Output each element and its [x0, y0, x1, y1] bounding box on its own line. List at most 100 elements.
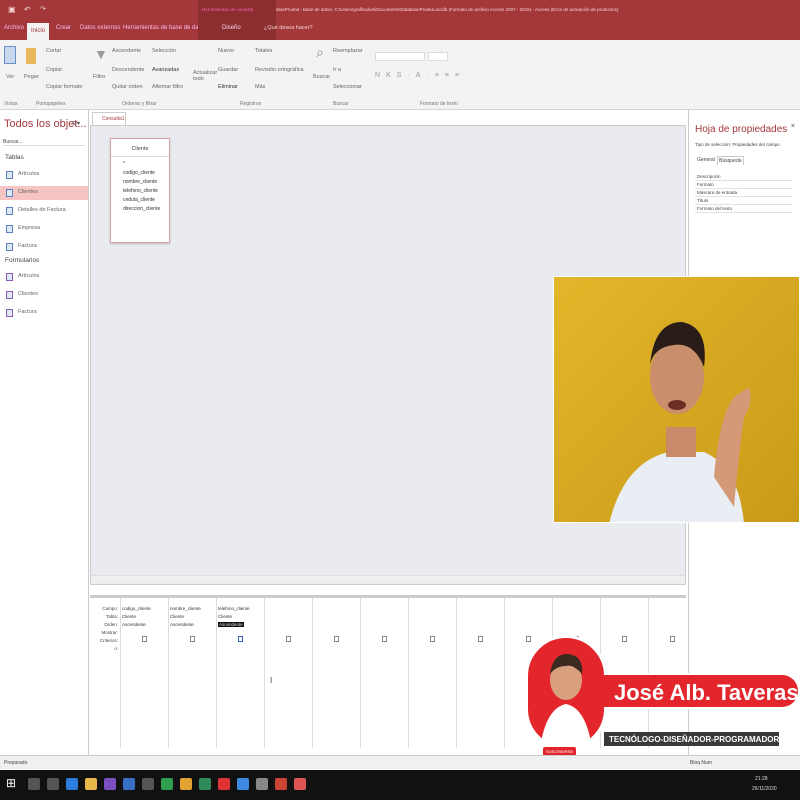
windows-start-icon[interactable]: ⊞: [6, 776, 16, 790]
font-size-dropdown[interactable]: [428, 52, 448, 61]
tab-crear[interactable]: Crear: [56, 25, 71, 31]
grid-column[interactable]: [408, 598, 455, 748]
paste-button[interactable]: Pegar: [24, 74, 39, 80]
taskbar-app-icon[interactable]: [180, 778, 192, 790]
save-record-button[interactable]: Guardar: [218, 67, 238, 73]
show-checkbox[interactable]: [238, 636, 243, 642]
nav-item[interactable]: Factura: [0, 306, 88, 320]
taskbar-app-icon[interactable]: [294, 778, 306, 790]
cell-campo[interactable]: codigo_cliente: [122, 606, 151, 611]
nav-item[interactable]: Clientes: [0, 288, 88, 302]
show-checkbox[interactable]: [430, 636, 435, 642]
taskbar-app-icon[interactable]: [275, 778, 287, 790]
grid-column[interactable]: [456, 598, 503, 748]
redo-icon[interactable]: ↷: [40, 5, 46, 13]
grid-column[interactable]: [360, 598, 407, 748]
advanced-button[interactable]: Avanzadas: [152, 67, 179, 73]
remove-sort-button[interactable]: Quitar orden: [112, 84, 143, 90]
cell-orden[interactable]: Ascendente: [122, 622, 146, 627]
taskbar-app-icon[interactable]: [237, 778, 249, 790]
cell-campo[interactable]: telefono_cliente: [218, 606, 250, 611]
tab-busqueda[interactable]: Búsqueda: [717, 156, 744, 165]
cut-button[interactable]: Cortar: [46, 48, 61, 54]
chevron-down-icon[interactable]: ⊙▾: [72, 120, 80, 127]
paste-icon[interactable]: [26, 48, 36, 64]
field-item[interactable]: *: [111, 161, 169, 170]
filter-button[interactable]: Filtro: [93, 74, 105, 80]
show-checkbox[interactable]: [286, 636, 291, 642]
text-format-buttons[interactable]: NKS·A·≡≡≡: [375, 72, 465, 79]
tab-general[interactable]: General: [697, 157, 715, 163]
totals-button[interactable]: Totales: [255, 48, 272, 54]
property-row[interactable]: Formato del texto: [695, 206, 793, 213]
select-button[interactable]: Seleccionar: [333, 84, 362, 90]
taskbar-app-icon[interactable]: [256, 778, 268, 790]
format-painter-button[interactable]: Copiar formato: [46, 84, 82, 90]
field-item[interactable]: nombre_cliente: [111, 179, 169, 188]
taskbar-app-icon[interactable]: [85, 778, 97, 790]
nav-section-formularios[interactable]: Formularios: [5, 257, 39, 264]
delete-record-button[interactable]: Eliminar: [218, 84, 238, 90]
taskbar-app-icon[interactable]: [218, 778, 230, 790]
font-name-dropdown[interactable]: [375, 52, 425, 61]
nav-item[interactable]: Detalles de Factura: [0, 204, 88, 218]
show-checkbox[interactable]: [478, 636, 483, 642]
close-icon[interactable]: ×: [791, 123, 795, 130]
refresh-all-button[interactable]: Actualizar todo: [193, 70, 217, 82]
tab-consulta1[interactable]: Consulta1: [92, 112, 126, 125]
nav-search-input[interactable]: Buscar...: [3, 139, 85, 146]
replace-button[interactable]: Reemplazar: [333, 48, 363, 54]
nav-item[interactable]: Factura: [0, 240, 88, 254]
view-icon[interactable]: [4, 46, 16, 64]
find-button[interactable]: Buscar: [313, 74, 330, 80]
undo-icon[interactable]: ↶: [24, 5, 31, 14]
cell-tabla[interactable]: Cliente: [170, 614, 184, 619]
taskbar-app-icon[interactable]: [28, 778, 40, 790]
grid-column[interactable]: [216, 598, 263, 748]
taskbar-app-icon[interactable]: [161, 778, 173, 790]
show-checkbox[interactable]: [142, 636, 147, 642]
tab-datos-externos[interactable]: Datos externos: [80, 25, 120, 31]
show-checkbox[interactable]: [334, 636, 339, 642]
save-icon[interactable]: ▣: [8, 5, 16, 14]
property-row[interactable]: Máscara de entrada: [695, 190, 793, 197]
nav-section-tablas[interactable]: Tablas: [5, 154, 24, 161]
view-button[interactable]: Ver: [6, 74, 14, 80]
toggle-filter-button[interactable]: Alternar filtro: [152, 84, 183, 90]
tab-herramientas-bd[interactable]: Herramientas de base de datos: [123, 25, 207, 31]
tell-me-search[interactable]: ¿Qué desea hacer?: [264, 25, 313, 31]
cell-campo[interactable]: nombre_cliente: [170, 606, 201, 611]
nav-item[interactable]: Clientes: [0, 186, 88, 200]
taskbar-app-icon[interactable]: [123, 778, 135, 790]
goto-button[interactable]: Ir a: [333, 67, 341, 73]
cell-tabla[interactable]: Cliente: [122, 614, 136, 619]
nav-item[interactable]: Artículos: [0, 168, 88, 182]
more-button[interactable]: Más: [255, 84, 265, 90]
grid-column[interactable]: [264, 598, 311, 748]
taskbar-app-icon[interactable]: [47, 778, 59, 790]
descending-button[interactable]: Descendente: [112, 67, 144, 73]
cell-orden-selected[interactable]: Ascendente: [218, 622, 244, 627]
copy-button[interactable]: Copiar: [46, 67, 62, 73]
ascending-button[interactable]: Ascendente: [112, 48, 141, 54]
field-item[interactable]: direccion_cliente: [111, 206, 169, 215]
selection-button[interactable]: Selección: [152, 48, 176, 54]
tab-diseno[interactable]: Diseño: [222, 25, 241, 31]
cell-orden[interactable]: Ascendente: [170, 622, 194, 627]
tab-inicio[interactable]: Inicio: [27, 23, 50, 40]
show-checkbox[interactable]: [382, 636, 387, 642]
grid-column[interactable]: [120, 598, 167, 748]
nav-item[interactable]: Empresa: [0, 222, 88, 236]
field-item[interactable]: codigo_cliente: [111, 170, 169, 179]
taskbar-app-icon[interactable]: [104, 778, 116, 790]
property-row[interactable]: Título: [695, 198, 793, 205]
property-row[interactable]: Formato: [695, 182, 793, 189]
field-item[interactable]: cedula_cliente: [111, 197, 169, 206]
taskbar-app-icon[interactable]: [66, 778, 78, 790]
grid-column[interactable]: [168, 598, 215, 748]
spelling-button[interactable]: Revisión ortográfica: [255, 67, 304, 73]
tab-archivo[interactable]: Archivo: [4, 25, 24, 31]
nav-item[interactable]: Artículos: [0, 270, 88, 284]
taskbar-app-icon[interactable]: [142, 778, 154, 790]
grid-column[interactable]: [312, 598, 359, 748]
